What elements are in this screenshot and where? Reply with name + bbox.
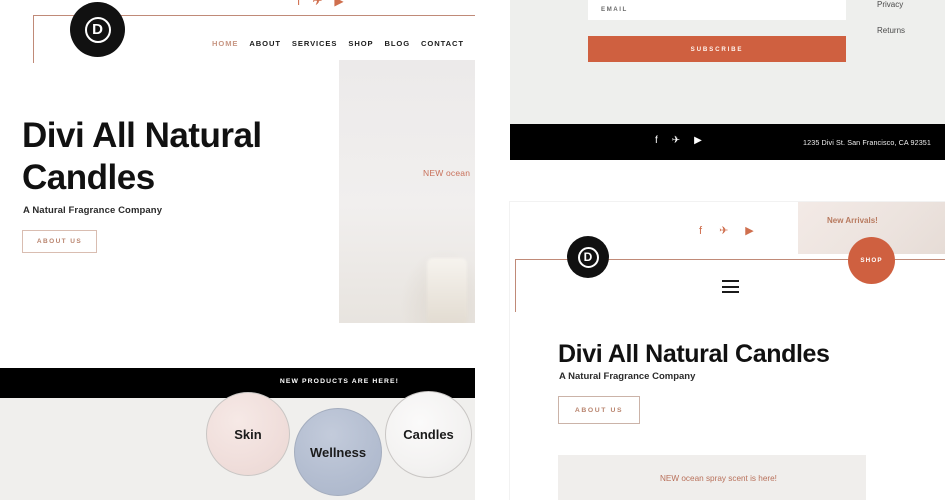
divi-logo-letter: D [84, 16, 111, 43]
footer-links-list: Shipping Terms & Condition Privacy Retur… [877, 0, 945, 52]
divi-logo-letter: D [577, 246, 599, 268]
twitter-icon[interactable]: ✈ [719, 226, 728, 237]
hamburger-bar [722, 285, 739, 288]
nav-item-shop[interactable]: SHOP [348, 39, 373, 48]
category-circle-skin[interactable]: Skin [206, 392, 290, 476]
facebook-icon[interactable]: f [699, 226, 702, 237]
mobile-new-arrivals-text: New Arrivals! [827, 216, 878, 225]
footer-address: 1235 Divi St. San Francisco, CA 92351 [803, 138, 931, 147]
hero-vertical-rule [33, 15, 34, 63]
facebook-icon[interactable]: f [655, 136, 658, 146]
newsletter-email-label: EMAIL [601, 6, 628, 13]
category-label-candles: Candles [403, 427, 454, 442]
youtube-icon[interactable]: ▶ [694, 136, 702, 146]
twitter-icon[interactable]: ✈ [672, 136, 680, 146]
nav-item-blog[interactable]: BLOG [384, 39, 410, 48]
desktop-hero-panel: NEW ocean f ✈ ▶ D HOME ABOUT SERVICES SH… [0, 0, 475, 323]
divi-logo[interactable]: D [567, 236, 609, 278]
hero-about-us-button[interactable]: ABOUT US [22, 230, 97, 253]
hero-product-image: NEW ocean [339, 60, 475, 323]
hamburger-bar [722, 280, 739, 282]
nav-item-home[interactable]: HOME [212, 39, 238, 48]
mobile-subtitle: A Natural Fragrance Company [559, 371, 696, 382]
footer-link-privacy[interactable]: Privacy [877, 0, 945, 9]
twitter-icon[interactable]: ✈ [312, 0, 322, 7]
category-circle-wellness[interactable]: Wellness [294, 408, 382, 496]
mobile-shop-button[interactable]: SHOP [848, 237, 895, 284]
youtube-icon[interactable]: ▶ [334, 0, 343, 7]
hero-subtitle: A Natural Fragrance Company [23, 205, 163, 216]
categories-banner-text: NEW PRODUCTS ARE HERE! [279, 378, 399, 385]
nav-item-services[interactable]: SERVICES [292, 39, 337, 48]
category-label-wellness: Wellness [309, 444, 367, 460]
divi-logo[interactable]: D [70, 2, 125, 57]
nav-item-contact[interactable]: CONTACT [421, 39, 464, 48]
mobile-vertical-rule [515, 259, 516, 312]
mobile-social-links: f ✈ ▶ [699, 226, 754, 237]
youtube-icon[interactable]: ▶ [745, 226, 753, 237]
nav-item-about[interactable]: ABOUT [249, 39, 281, 48]
newsletter-subscribe-button[interactable]: SUBSCRIBE [588, 36, 846, 62]
footer-link-returns[interactable]: Returns [877, 26, 945, 35]
mobile-promo-text: NEW ocean spray scent is here! [660, 474, 777, 483]
primary-navigation: HOME ABOUT SERVICES SHOP BLOG CONTACT [212, 39, 464, 48]
mobile-preview-panel: New Arrivals! f ✈ ▶ D SHOP Divi All Natu… [510, 202, 945, 500]
mobile-about-us-button[interactable]: ABOUT US [558, 396, 640, 424]
footer-social-links: f ✈ ▶ [655, 136, 702, 146]
hero-title: Divi All Natural Candles [22, 116, 262, 197]
screenshot-canvas: NEW ocean f ✈ ▶ D HOME ABOUT SERVICES SH… [0, 0, 945, 500]
hero-image-caption: NEW ocean [423, 168, 471, 178]
facebook-icon[interactable]: f [297, 0, 300, 7]
hamburger-menu-icon[interactable] [722, 280, 739, 293]
hamburger-bar [722, 291, 739, 293]
mobile-title: Divi All Natural Candles [558, 340, 830, 368]
category-circle-candles[interactable]: Candles [385, 391, 472, 478]
footer-newsletter-panel: EMAIL SUBSCRIBE Shipping Terms & Conditi… [510, 0, 945, 160]
category-label-skin: Skin [234, 426, 262, 442]
hero-social-links: f ✈ ▶ [297, 0, 359, 8]
